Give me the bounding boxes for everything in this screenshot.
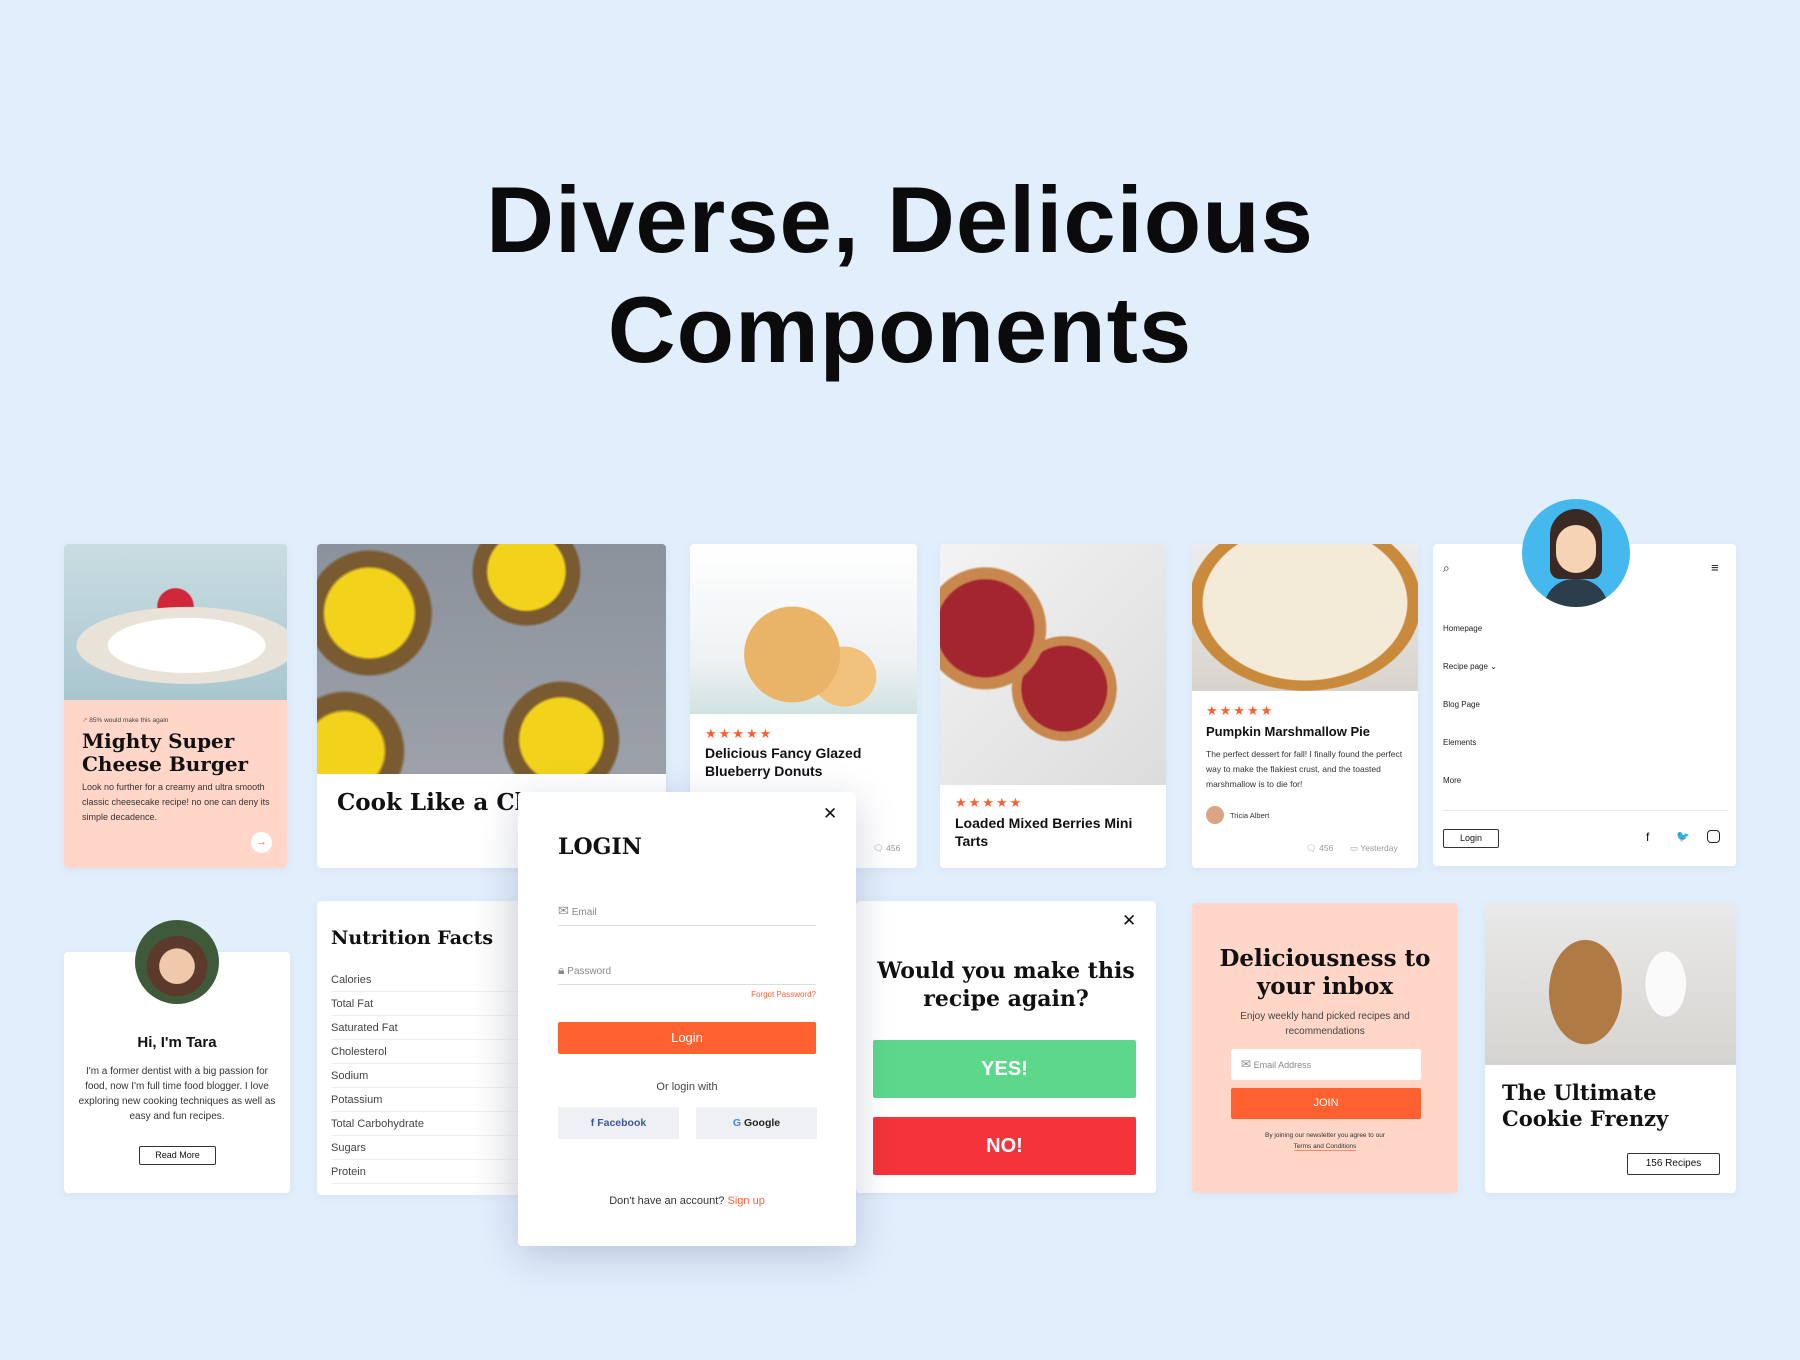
poll-question: Would you make this recipe again?	[877, 958, 1135, 1012]
newsletter-card: Deliciousness to your inbox Enjoy weekly…	[1192, 903, 1458, 1193]
card-title: Delicious Fancy Glazed Blueberry Donuts	[705, 745, 862, 779]
lock-icon: 🔒︎	[558, 963, 565, 977]
divider	[1443, 810, 1728, 811]
calendar-icon: ▭	[1350, 843, 1359, 853]
nav-blog-page[interactable]: Blog Page	[1443, 700, 1480, 709]
nutrition-title: Nutrition Facts	[331, 927, 494, 949]
hero-line-1: Diverse, Delicious	[486, 167, 1314, 272]
nutrient-label: Potassium	[331, 1094, 383, 1106]
author-name: Tricia Albert	[1230, 811, 1270, 820]
donuts-image	[690, 544, 917, 714]
cheesecake-image	[64, 544, 287, 700]
card-title: Pumpkin Marshmallow Pie	[1206, 724, 1370, 739]
arrow-right-button[interactable]: →	[251, 832, 272, 853]
nutrient-label: Total Carbohydrate	[331, 1118, 424, 1130]
author-avatar	[1206, 806, 1224, 824]
twitter-icon[interactable]: 🐦	[1676, 830, 1690, 843]
nav-card: ⌕ ≡ Homepage Recipe page ⌄ Blog Page Ele…	[1433, 499, 1736, 866]
date: ▭ Yesterday	[1350, 843, 1398, 853]
profile-photo	[135, 920, 219, 1004]
legal-text: By joining our newsletter you agree to o…	[1265, 1132, 1385, 1139]
close-icon[interactable]: ✕	[1122, 911, 1136, 931]
tarts-image	[317, 544, 666, 774]
google-icon: G	[732, 1117, 742, 1129]
nutrient-label: Protein	[331, 1166, 366, 1178]
login-submit-button[interactable]: Login	[558, 1022, 816, 1054]
nutrient-label: Cholesterol	[331, 1046, 387, 1058]
terms-link[interactable]: Terms and Conditions	[1192, 1143, 1458, 1151]
yes-button[interactable]: YES!	[873, 1040, 1136, 1098]
nutrient-label: Calories	[331, 974, 372, 986]
card-title: The Ultimate Cookie Frenzy	[1502, 1080, 1669, 1131]
cookie-card[interactable]: The Ultimate Cookie Frenzy 156 Recipes	[1485, 903, 1736, 1193]
pumpkin-card[interactable]: ★★★★★ Pumpkin Marshmallow Pie The perfec…	[1192, 544, 1418, 868]
newsletter-email-input[interactable]: ✉ Email Address	[1231, 1049, 1421, 1080]
about-text: I'm a former dentist with a big passion …	[78, 1066, 276, 1122]
card-title: Loaded Mixed Berries Mini Tarts	[955, 815, 1133, 849]
nutrient-label: Total Fat	[331, 998, 374, 1010]
rating-stars: ★★★★★	[705, 726, 774, 741]
facebook-icon: f	[590, 1117, 595, 1129]
search-icon[interactable]: ⌕	[1443, 561, 1450, 576]
nutrient-label: Sodium	[331, 1070, 369, 1082]
poll-card: ✕ Would you make this recipe again? YES!…	[856, 901, 1156, 1193]
newsletter-title: Deliciousness to your inbox	[1219, 945, 1431, 1000]
berries-card[interactable]: ★★★★★ Loaded Mixed Berries Mini Tarts	[940, 544, 1166, 868]
about-title: Hi, I'm Tara	[137, 1034, 217, 1051]
mail-icon: ✉	[558, 903, 569, 918]
card-text: The perfect dessert for fall! I finally …	[1206, 749, 1403, 789]
comment-count: 🗨 456	[1306, 843, 1334, 853]
about-card: Hi, I'm Tara I'm a former dentist with a…	[64, 920, 290, 1193]
nav-elements[interactable]: Elements	[1443, 738, 1476, 747]
trend-icon: ↗	[82, 717, 88, 724]
rating-stars: ★★★★★	[1206, 703, 1275, 718]
signup-prompt: Don't have an account? Sign up	[609, 1195, 765, 1207]
join-button[interactable]: JOIN	[1231, 1088, 1421, 1119]
instagram-icon[interactable]	[1707, 830, 1720, 843]
login-title: LOGIN	[558, 834, 642, 860]
mail-icon: ✉	[1241, 1057, 1252, 1071]
password-field[interactable]: 🔒︎ Password	[558, 955, 816, 985]
recipes-count-button[interactable]: 156 Recipes	[1627, 1153, 1720, 1175]
berry-tarts-image	[940, 544, 1166, 785]
menu-icon[interactable]: ≡	[1711, 560, 1719, 575]
nav-more[interactable]: More	[1443, 776, 1461, 785]
rating-stars: ★★★★★	[955, 795, 1024, 810]
nutrient-label: Saturated Fat	[331, 1022, 398, 1034]
close-icon[interactable]: ✕	[823, 804, 837, 824]
facebook-icon[interactable]: f	[1646, 830, 1649, 844]
nav-homepage[interactable]: Homepage	[1443, 624, 1482, 633]
cookies-image	[1485, 903, 1736, 1065]
or-login-with: Or login with	[656, 1081, 718, 1093]
read-more-button[interactable]: Read More	[139, 1146, 216, 1165]
nav-recipe-page[interactable]: Recipe page ⌄	[1443, 662, 1497, 671]
card-title: Mighty Super Cheese Burger	[82, 729, 249, 776]
no-button[interactable]: NO!	[873, 1117, 1136, 1175]
login-button[interactable]: Login	[1443, 829, 1499, 848]
chevron-down-icon: ⌄	[1490, 662, 1497, 671]
login-modal: ✕ LOGIN ✉ Email 🔒︎ Password Forgot Passw…	[518, 792, 856, 1246]
comment-count: 🗨 456	[873, 843, 901, 853]
newsletter-text: Enjoy weekly hand picked recipes and rec…	[1240, 1011, 1410, 1037]
nutrient-label: Sugars	[331, 1142, 366, 1154]
email-field[interactable]: ✉ Email	[558, 896, 816, 926]
hero-line-2: Components	[607, 277, 1193, 382]
signup-link[interactable]: Sign up	[728, 1195, 765, 1207]
google-login-button[interactable]: G Google	[696, 1107, 817, 1139]
card-text: Look no further for a creamy and ultra s…	[82, 782, 270, 822]
rating-badge: ↗ 85% would make this again	[82, 717, 169, 724]
hero-title: Diverse, Delicious Components	[0, 165, 1800, 385]
pie-image	[1192, 544, 1418, 691]
forgot-password-link[interactable]: Forgot Password?	[751, 990, 816, 999]
cheesecake-card[interactable]: ↗ 85% would make this again Mighty Super…	[64, 544, 287, 868]
facebook-login-button[interactable]: f Facebook	[558, 1107, 679, 1139]
avatar	[1522, 499, 1630, 607]
